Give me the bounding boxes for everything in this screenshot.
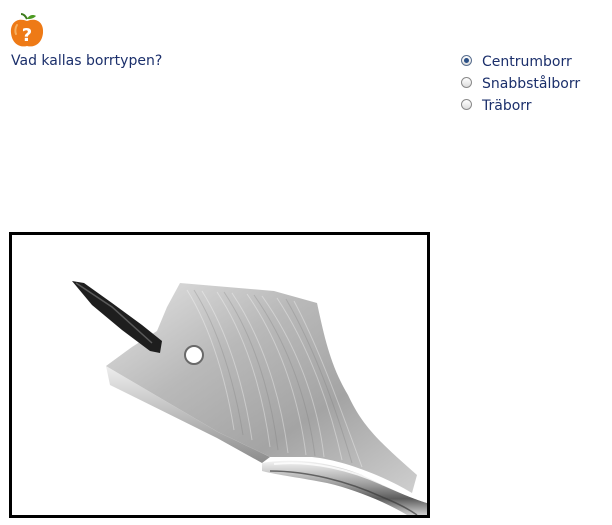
radio-button[interactable] bbox=[461, 76, 472, 88]
option-snabbstalborr[interactable]: Snabbstålborr bbox=[461, 73, 580, 95]
option-label: Centrumborr bbox=[482, 54, 572, 70]
radio-button-checked[interactable] bbox=[461, 54, 472, 66]
question-text: Vad kallas borrtypen? bbox=[11, 53, 163, 69]
option-label: Snabbstålborr bbox=[482, 76, 581, 92]
orange-question-icon: ? bbox=[9, 13, 45, 49]
option-label: Träborr bbox=[482, 98, 532, 114]
quiz-page: ? Vad kallas borrtypen? Centrumborr Snab… bbox=[0, 0, 612, 525]
drill-bit-image bbox=[9, 232, 430, 518]
radio-button[interactable] bbox=[461, 98, 472, 110]
spade-drill-bit-illustration bbox=[72, 281, 427, 515]
option-traborr[interactable]: Träborr bbox=[461, 95, 580, 117]
svg-text:?: ? bbox=[22, 25, 32, 46]
answer-options: Centrumborr Snabbstålborr Träborr bbox=[461, 51, 580, 117]
option-centrumborr[interactable]: Centrumborr bbox=[461, 51, 580, 73]
